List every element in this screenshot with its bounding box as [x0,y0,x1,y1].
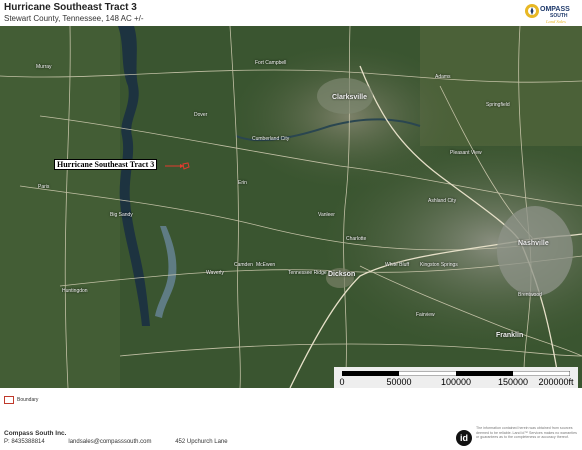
scale-label: 200000ft [538,377,574,387]
town-label: Cumberland City [252,136,290,142]
town-label: Waverly [206,270,224,276]
map-legend: Boundary [4,396,38,404]
town-label: Adams [435,74,451,80]
town-label: Paris [38,184,50,190]
town-label: Dover [194,112,208,118]
town-label: Camden [234,262,253,268]
town-label: Fort Campbell [255,60,287,66]
town-label: Franklin [496,332,524,339]
scale-bar-ticks [342,371,570,376]
scale-label: 150000 [497,377,529,387]
map-subtitle: Stewart County, Tennessee, 148 AC +/- [4,14,144,23]
logo-script: Land Sales [545,19,566,24]
town-label: Nashville [518,240,549,247]
address: 452 Upchurch Lane [175,439,228,445]
town-label: Dickson [328,271,356,278]
town-label: Erin [238,180,247,186]
town-label: Big Sandy [110,212,133,218]
email-link[interactable]: landsales@compasssouth.com [68,439,151,445]
contact-line: P: 8435388814 landsales@compasssouth.com… [4,439,250,445]
legend-label: Boundary [17,397,39,403]
scale-bar: 0 50000 100000 150000 200000ft [334,367,578,388]
town-label: Fairview [416,312,435,318]
land-id-logo: id [456,430,472,446]
town-label: Ashland City [428,198,457,204]
boundary-swatch [4,396,14,404]
town-label: Springfield [486,102,510,108]
company-logo: OMPASS SOUTH Land Sales [524,2,576,26]
town-label: Tennessee Ridge [288,270,327,276]
town-label: White Bluff [385,262,410,268]
scale-label: 100000 [440,377,472,387]
logo-text: OMPASS [540,6,570,13]
town-label: Charlotte [346,236,367,242]
map-imagery [0,26,582,388]
town-label: Murray [36,64,52,70]
town-label: Kingston Springs [420,262,458,268]
town-label: Vanleer [318,212,335,218]
town-label: Huntingdon [62,288,88,294]
map-title: Hurricane Southeast Tract 3 [4,2,137,13]
scale-label: 0 [339,377,345,387]
town-label: Pleasant View [450,150,482,156]
company-name: Compass South Inc. [4,430,67,437]
disclaimer: The information contained herein was obt… [476,426,577,439]
town-label: Clarksville [332,94,368,101]
town-label: McEwen [256,262,276,268]
scale-label: 50000 [386,377,412,387]
phone: P: 8435388814 [4,439,45,445]
satellite-map[interactable]: Murray Paris Big Sandy Dover Fort Campbe… [0,26,582,388]
town-label: Brentwood [518,292,542,298]
tract-label[interactable]: Hurricane Southeast Tract 3 [54,159,158,170]
